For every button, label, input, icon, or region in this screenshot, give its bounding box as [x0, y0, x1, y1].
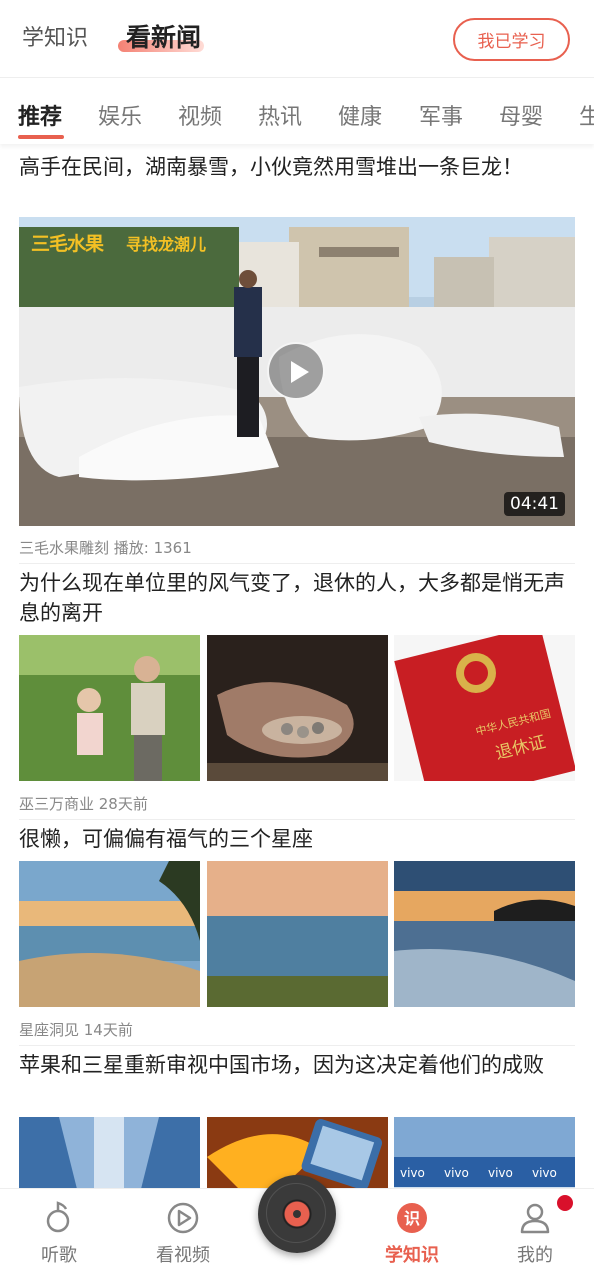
music-record-button[interactable] [258, 1175, 336, 1253]
nav-label: 看视频 [156, 1245, 210, 1266]
article-image-sea-horizon [207, 861, 388, 1007]
category-tab-mother-baby[interactable]: 母婴 [499, 99, 543, 131]
video-watermark-logo: 三毛水果 [31, 233, 104, 255]
article-image-beach-sunset [19, 861, 200, 1007]
article-meta: 三毛水果雕刻 播放: 1361 [19, 539, 192, 557]
nav-listen-music[interactable]: 听歌 [0, 1189, 118, 1280]
tab-read-news[interactable]: 看新闻 [126, 18, 201, 54]
nav-watch-video[interactable]: 看视频 [124, 1189, 242, 1280]
nav-label: 听歌 [41, 1245, 77, 1266]
knowledge-icon: 识 [397, 1203, 427, 1233]
article-image-elderly-couple [19, 635, 200, 781]
category-selected-indicator [18, 135, 64, 139]
video-watermark-subtitle: 寻找龙潮儿 [126, 235, 207, 254]
store-sign-text-2: vivo [444, 1166, 469, 1180]
nav-my-profile[interactable]: 我的 [476, 1189, 594, 1280]
article-image-retirement-certificate: 中华人民共和国 退休证 [394, 635, 575, 781]
nav-label: 我的 [517, 1245, 553, 1266]
play-icon[interactable] [267, 342, 325, 400]
learned-button[interactable]: 我已学习 [453, 18, 570, 61]
category-tab-recommended[interactable]: 推荐 [18, 99, 62, 131]
category-tab-hot-news[interactable]: 热讯 [258, 99, 302, 131]
article-title[interactable]: 很懒，可偏偏有福气的三个星座 [19, 824, 575, 854]
bottom-navigation: 听歌 看视频 识 学知识 我的 [0, 1175, 594, 1280]
category-tab-health[interactable]: 健康 [338, 99, 382, 131]
category-tabs: 推荐 娱乐 视频 热讯 健康 军事 母婴 生 [0, 78, 594, 144]
article-divider [19, 563, 575, 564]
play-circle-icon [167, 1202, 199, 1234]
nav-label: 学知识 [385, 1245, 439, 1266]
article-image-vivo-store: vivo vivo vivo vivo [394, 1117, 575, 1188]
svg-text:识: 识 [404, 1209, 420, 1228]
store-sign-text-1: vivo [400, 1166, 425, 1180]
user-icon [520, 1203, 550, 1234]
article-title[interactable]: 为什么现在单位里的风气变了，退休的人，大多都是悄无声息的离开 [19, 568, 575, 628]
category-tab-video[interactable]: 视频 [178, 99, 222, 131]
article-image-rock-arch [394, 861, 575, 1007]
category-tab-military[interactable]: 军事 [419, 99, 463, 131]
category-tab-entertainment[interactable]: 娱乐 [98, 99, 142, 131]
article-meta: 星座洞见 14天前 [19, 1021, 133, 1039]
music-note-icon [46, 1201, 70, 1233]
article-image-glass-building [19, 1117, 200, 1188]
tab-learn-knowledge[interactable]: 学知识 [22, 20, 88, 52]
video-duration: 04:41 [504, 492, 565, 516]
news-feed[interactable]: 高手在民间，湖南暴雪，小伙竟然用雪堆出一条巨龙！ 三毛水果 寻找龙潮儿 04:4… [0, 144, 594, 1188]
article-divider [19, 1045, 575, 1046]
category-tab-more[interactable]: 生 [579, 99, 594, 131]
nav-learn-knowledge[interactable]: 识 学知识 [353, 1189, 471, 1280]
article-title[interactable]: 高手在民间，湖南暴雪，小伙竟然用雪堆出一条巨龙！ [19, 152, 575, 182]
store-sign-text-4: vivo [532, 1166, 557, 1180]
article-title[interactable]: 苹果和三星重新审视中国市场，因为这决定着他们的成败 [19, 1050, 575, 1080]
video-thumbnail[interactable]: 三毛水果 寻找龙潮儿 04:41 [19, 217, 575, 526]
notification-badge [557, 1195, 573, 1211]
article-image-coins-hand [207, 635, 388, 781]
top-header: 学知识 看新闻 我已学习 [0, 0, 594, 78]
article-divider [19, 819, 575, 820]
article-meta: 巫三万商业 28天前 [19, 795, 148, 813]
store-sign-text-3: vivo [488, 1166, 513, 1180]
